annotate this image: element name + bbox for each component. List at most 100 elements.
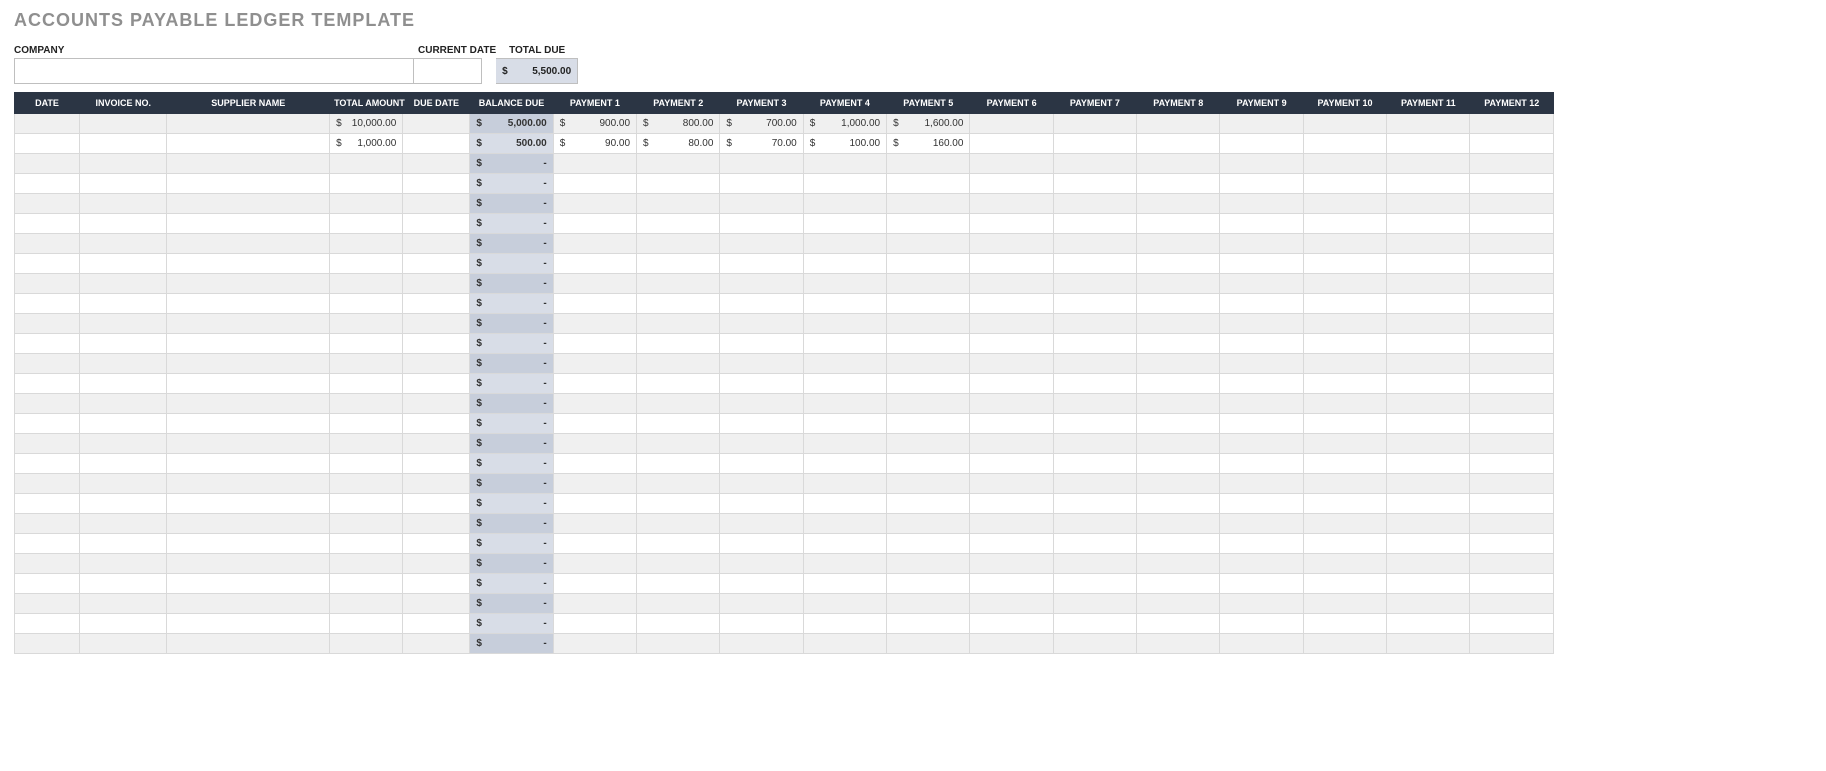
cell-payment-10[interactable] <box>1303 294 1386 314</box>
cell-payment-11[interactable] <box>1387 374 1470 394</box>
cell-payment-7[interactable] <box>1053 334 1136 354</box>
cell-due-date[interactable] <box>403 334 470 354</box>
cell-payment-11[interactable] <box>1387 354 1470 374</box>
cell-payment-1[interactable] <box>553 314 636 334</box>
cell-invoice[interactable] <box>80 154 167 174</box>
cell-total-amount[interactable] <box>330 394 403 414</box>
cell-payment-6[interactable] <box>970 494 1053 514</box>
cell-payment-9[interactable] <box>1220 274 1303 294</box>
cell-total-amount[interactable] <box>330 634 403 654</box>
cell-due-date[interactable] <box>403 254 470 274</box>
cell-total-amount[interactable] <box>330 374 403 394</box>
cell-payment-3[interactable] <box>720 354 803 374</box>
cell-payment-12[interactable] <box>1470 334 1554 354</box>
cell-payment-3[interactable] <box>720 314 803 334</box>
cell-payment-1[interactable] <box>553 534 636 554</box>
cell-payment-4[interactable] <box>803 154 886 174</box>
cell-payment-3[interactable] <box>720 434 803 454</box>
cell-payment-10[interactable] <box>1303 514 1386 534</box>
cell-payment-12[interactable] <box>1470 634 1554 654</box>
cell-payment-11[interactable] <box>1387 634 1470 654</box>
cell-payment-8[interactable] <box>1137 214 1220 234</box>
cell-due-date[interactable] <box>403 234 470 254</box>
cell-payment-9[interactable] <box>1220 234 1303 254</box>
cell-invoice[interactable] <box>80 134 167 154</box>
cell-payment-6[interactable] <box>970 394 1053 414</box>
cell-payment-1[interactable] <box>553 594 636 614</box>
cell-due-date[interactable] <box>403 314 470 334</box>
cell-payment-5[interactable] <box>887 154 970 174</box>
cell-payment-9[interactable] <box>1220 594 1303 614</box>
cell-due-date[interactable] <box>403 194 470 214</box>
cell-payment-10[interactable] <box>1303 554 1386 574</box>
cell-date[interactable] <box>15 234 80 254</box>
cell-payment-5[interactable] <box>887 294 970 314</box>
cell-payment-12[interactable] <box>1470 294 1554 314</box>
cell-total-amount[interactable] <box>330 194 403 214</box>
cell-payment-4[interactable] <box>803 194 886 214</box>
cell-payment-10[interactable] <box>1303 254 1386 274</box>
cell-due-date[interactable] <box>403 574 470 594</box>
cell-payment-10[interactable] <box>1303 154 1386 174</box>
cell-payment-9[interactable] <box>1220 454 1303 474</box>
cell-due-date[interactable] <box>403 134 470 154</box>
cell-payment-10[interactable] <box>1303 374 1386 394</box>
cell-payment-7[interactable] <box>1053 154 1136 174</box>
cell-date[interactable] <box>15 254 80 274</box>
cell-payment-2[interactable]: $800.00 <box>637 114 720 134</box>
cell-payment-12[interactable] <box>1470 354 1554 374</box>
cell-supplier[interactable] <box>167 474 330 494</box>
cell-payment-4[interactable] <box>803 294 886 314</box>
cell-payment-5[interactable]: $160.00 <box>887 134 970 154</box>
cell-payment-8[interactable] <box>1137 114 1220 134</box>
cell-payment-11[interactable] <box>1387 554 1470 574</box>
cell-payment-7[interactable] <box>1053 434 1136 454</box>
cell-date[interactable] <box>15 494 80 514</box>
cell-payment-8[interactable] <box>1137 574 1220 594</box>
cell-payment-10[interactable] <box>1303 574 1386 594</box>
cell-payment-4[interactable] <box>803 334 886 354</box>
cell-payment-12[interactable] <box>1470 614 1554 634</box>
cell-payment-3[interactable] <box>720 574 803 594</box>
cell-payment-4[interactable] <box>803 454 886 474</box>
cell-payment-9[interactable] <box>1220 194 1303 214</box>
cell-due-date[interactable] <box>403 594 470 614</box>
cell-payment-4[interactable] <box>803 414 886 434</box>
cell-payment-6[interactable] <box>970 234 1053 254</box>
cell-due-date[interactable] <box>403 474 470 494</box>
cell-payment-12[interactable] <box>1470 394 1554 414</box>
cell-payment-2[interactable] <box>637 334 720 354</box>
cell-payment-1[interactable] <box>553 214 636 234</box>
cell-payment-1[interactable] <box>553 434 636 454</box>
cell-total-amount[interactable] <box>330 354 403 374</box>
cell-payment-8[interactable] <box>1137 134 1220 154</box>
cell-payment-5[interactable] <box>887 554 970 574</box>
cell-payment-2[interactable] <box>637 574 720 594</box>
cell-payment-9[interactable] <box>1220 134 1303 154</box>
cell-date[interactable] <box>15 134 80 154</box>
cell-payment-5[interactable] <box>887 314 970 334</box>
cell-payment-11[interactable] <box>1387 314 1470 334</box>
cell-date[interactable] <box>15 214 80 234</box>
cell-payment-1[interactable] <box>553 374 636 394</box>
company-input[interactable] <box>14 58 414 84</box>
cell-supplier[interactable] <box>167 614 330 634</box>
cell-payment-11[interactable] <box>1387 114 1470 134</box>
cell-payment-2[interactable] <box>637 394 720 414</box>
cell-invoice[interactable] <box>80 174 167 194</box>
cell-payment-5[interactable] <box>887 354 970 374</box>
cell-payment-8[interactable] <box>1137 374 1220 394</box>
cell-payment-6[interactable] <box>970 454 1053 474</box>
cell-date[interactable] <box>15 454 80 474</box>
cell-payment-1[interactable] <box>553 294 636 314</box>
cell-total-amount[interactable] <box>330 434 403 454</box>
cell-supplier[interactable] <box>167 154 330 174</box>
cell-payment-2[interactable]: $80.00 <box>637 134 720 154</box>
cell-payment-10[interactable] <box>1303 234 1386 254</box>
cell-payment-1[interactable]: $90.00 <box>553 134 636 154</box>
cell-payment-6[interactable] <box>970 554 1053 574</box>
cell-payment-10[interactable] <box>1303 494 1386 514</box>
cell-payment-7[interactable] <box>1053 294 1136 314</box>
cell-total-amount[interactable] <box>330 334 403 354</box>
cell-payment-1[interactable] <box>553 334 636 354</box>
